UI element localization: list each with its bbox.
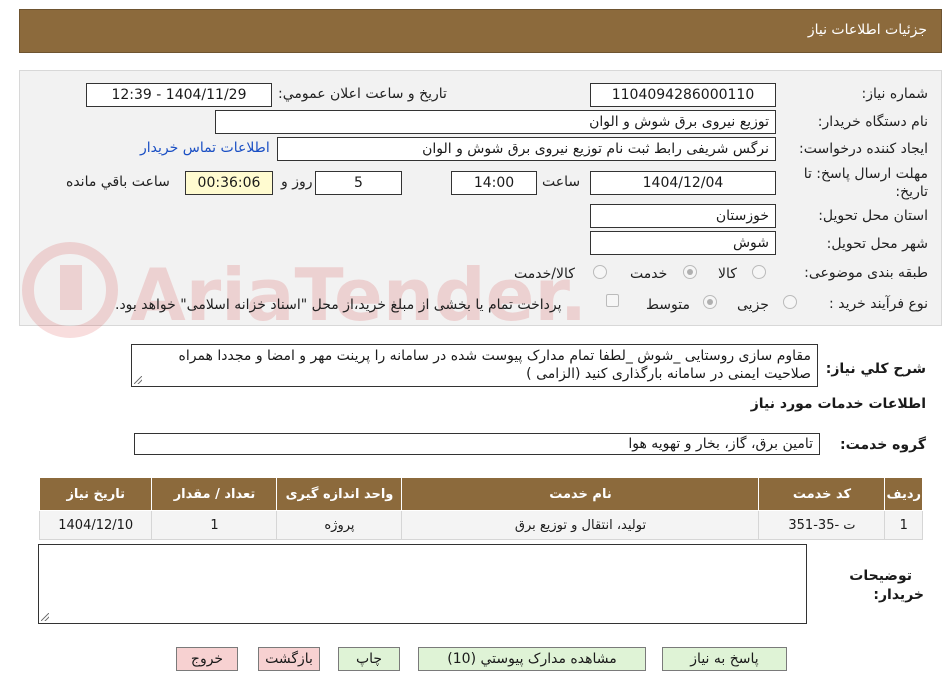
category-option-goods-service: کالا/خدمت [514, 266, 575, 282]
column-header: کد خدمت [758, 477, 886, 511]
category-radio-goods-service[interactable] [593, 265, 607, 279]
city-field: شوش [590, 231, 776, 255]
days-label: روز و [281, 174, 313, 190]
watermark-logo: AriaTender.neT [22, 242, 580, 338]
category-option-service: خدمت [630, 266, 668, 282]
city-label: شهر محل تحویل: [826, 236, 928, 252]
process-radio-minor[interactable] [783, 295, 797, 309]
need-number-field: 1104094286000110 [590, 83, 776, 107]
buyer-notes-label: توضیحات [849, 568, 912, 584]
days-field: 5 [315, 171, 402, 195]
page-header: جزئیات اطلاعات نیاز [19, 9, 942, 53]
process-radio-medium[interactable] [703, 295, 717, 309]
treasury-payment-note: پرداخت تمام یا بخشی از مبلغ خرید،از محل … [115, 297, 562, 313]
table-cell: تولید، انتقال و توزیع برق [401, 510, 760, 540]
table-cell: 1 [884, 510, 923, 540]
svg-text:AriaTender.neT: AriaTender.neT [130, 253, 580, 337]
remaining-time-field: 00:36:06 [185, 171, 273, 195]
creator-label: ایجاد کننده درخواست: [799, 141, 928, 157]
deadline-date-field: 1404/12/04 [590, 171, 776, 195]
table-cell: 1404/12/10 [38, 510, 153, 540]
category-option-goods: کالا [718, 266, 737, 282]
process-option-minor: جزیی [737, 297, 769, 313]
view-attachments-button[interactable]: مشاهده مدارک پیوستي (10) [418, 647, 646, 671]
buyer-org-label: نام دستگاه خریدار: [817, 114, 928, 130]
services-section-title: اطلاعات خدمات مورد نیاز [750, 396, 926, 412]
table-row: 1 ت -35-351 تولید، انتقال و توزیع برق پر… [38, 510, 923, 540]
column-header: تاریخ نیاز [38, 477, 153, 511]
buyer-notes-field [38, 544, 807, 624]
deadline-label-date: تاریخ: [895, 184, 928, 200]
announce-label: تاریخ و ساعت اعلان عمومي: [278, 86, 447, 102]
services-table: ردیف کد خدمت نام خدمت واحد اندازه گیری ت… [38, 477, 923, 540]
process-label: نوع فرآیند خرید : [829, 296, 928, 312]
buyer-contact-link[interactable]: اطلاعات تماس خریدار [140, 140, 270, 156]
reply-button[interactable]: پاسخ به نیاز [662, 647, 787, 671]
back-button[interactable]: بازگشت [258, 647, 320, 671]
resize-handle[interactable] [134, 376, 142, 384]
category-label: طبقه بندی موضوعی: [804, 265, 928, 281]
category-radio-goods[interactable] [752, 265, 766, 279]
province-label: استان محل تحویل: [818, 208, 928, 224]
category-radio-service[interactable] [683, 265, 697, 279]
process-option-medium: متوسط [646, 297, 690, 313]
treasury-checkbox[interactable] [606, 294, 619, 307]
service-group-label: گروه خدمت: [840, 437, 926, 453]
table-header-row: ردیف کد خدمت نام خدمت واحد اندازه گیری ت… [38, 477, 923, 511]
column-header: واحد اندازه گیری [276, 477, 403, 511]
buyer-notes-label-2: خریدار: [873, 587, 924, 603]
service-group-field: تامین برق، گاز، بخار و تهویه هوا [134, 433, 820, 455]
description-label: شرح كلي نیاز: [825, 361, 926, 377]
table-cell: ت -35-351 [758, 510, 886, 540]
table-cell: 1 [151, 510, 278, 540]
column-header: نام خدمت [401, 477, 760, 511]
announce-field: 1404/11/29 - 12:39 [86, 83, 272, 107]
buyer-org-field: توزیع نیروی برق شوش و الوان [215, 110, 776, 134]
column-header: تعداد / مقدار [151, 477, 278, 511]
deadline-time-field: 14:00 [451, 171, 537, 195]
resize-handle[interactable] [41, 613, 49, 621]
deadline-time-label: ساعت [542, 174, 581, 190]
province-field: خوزستان [590, 204, 776, 228]
description-text: مقاوم سازی روستایی _شوش _لطفا تمام مدارک… [178, 348, 811, 382]
need-number-label: شماره نیاز: [861, 86, 929, 102]
column-header: ردیف [884, 477, 923, 511]
print-button[interactable]: چاپ [338, 647, 400, 671]
exit-button[interactable]: خروج [176, 647, 238, 671]
page-title: جزئیات اطلاعات نیاز [807, 22, 927, 38]
table-cell: پروژه [276, 510, 403, 540]
creator-field: نرگس شریفی رابط ثبت نام توزیع نیروی برق … [277, 137, 776, 161]
description-field: مقاوم سازی روستایی _شوش _لطفا تمام مدارک… [131, 344, 818, 387]
deadline-label: مهلت ارسال پاسخ: تا [803, 166, 928, 182]
remaining-time-label: ساعت باقي مانده [66, 174, 170, 190]
